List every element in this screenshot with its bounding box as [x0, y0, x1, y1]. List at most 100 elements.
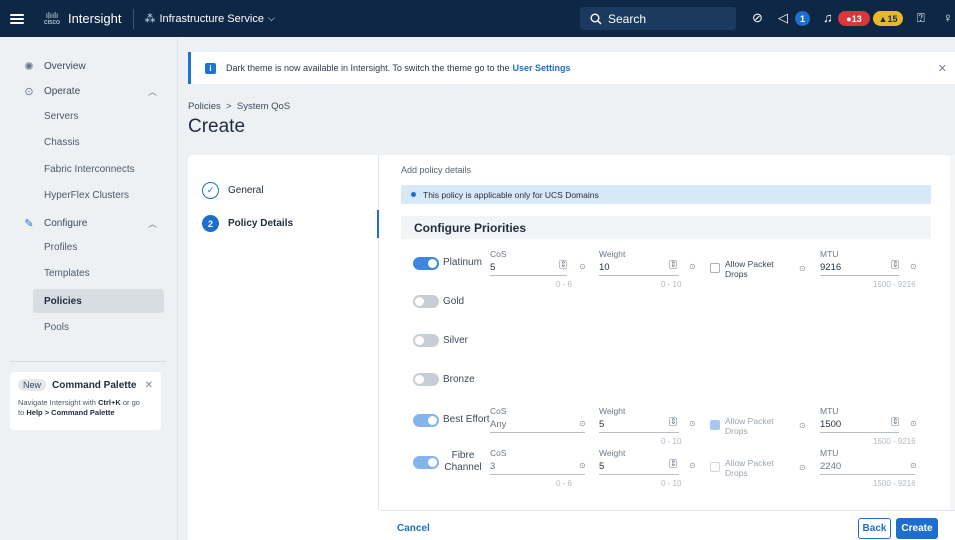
nav-overview[interactable]: ✺ Overview	[0, 53, 178, 79]
service-selector[interactable]: Infrastructure Service ⌵	[159, 13, 274, 25]
overview-icon: ✺	[24, 60, 34, 73]
best-effort-mtu-input[interactable]: 1500	[820, 419, 841, 430]
nav-profiles[interactable]: Profiles	[33, 235, 164, 259]
priority-row-gold: Gold	[401, 295, 941, 335]
platinum-weight-input[interactable]: 10	[599, 262, 610, 273]
nav-pools[interactable]: Pools	[33, 315, 164, 339]
close-icon[interactable]: ✕	[938, 62, 947, 75]
user-icon[interactable]: ♀	[943, 10, 953, 25]
megaphone-icon[interactable]: ◁	[778, 10, 788, 26]
scrollbar[interactable]	[950, 155, 955, 510]
nav-templates[interactable]: Templates	[33, 261, 164, 285]
cancel-button[interactable]: Cancel	[397, 523, 430, 534]
gold-toggle[interactable]	[413, 295, 439, 308]
step-number: 2	[202, 215, 219, 232]
command-palette-text: Navigate Intersight with Ctrl+K or go to…	[18, 398, 140, 417]
best-effort-toggle[interactable]	[413, 414, 439, 427]
menu-icon[interactable]	[10, 13, 24, 24]
info-icon[interactable]: ⊙	[799, 421, 806, 430]
bronze-toggle[interactable]	[413, 373, 439, 386]
fibre-channel-weight-input[interactable]: 5	[599, 461, 604, 472]
platinum-allow-drops-checkbox[interactable]	[710, 263, 720, 273]
priority-name: Platinum	[443, 257, 482, 268]
stepper-icon[interactable]: ⇕	[669, 417, 677, 426]
step-general[interactable]: ✓ General	[202, 182, 264, 199]
back-button[interactable]: Back	[858, 518, 891, 539]
info-icon[interactable]: ⊙	[910, 461, 917, 470]
nav-policies[interactable]: Policies	[33, 289, 164, 313]
info-icon[interactable]: ⊙	[910, 419, 917, 428]
nav-servers[interactable]: Servers	[33, 104, 164, 128]
info-icon[interactable]: ⊙	[689, 419, 696, 428]
nav-fabric-interconnects[interactable]: Fabric Interconnects	[33, 157, 164, 181]
sidebar: ✺ Overview ⊙ Operate ︿ Servers Chassis F…	[0, 37, 178, 540]
chevron-down-icon: ⌵	[267, 13, 275, 23]
step-policy-details[interactable]: 2 Policy Details	[202, 215, 293, 232]
check-circle-icon[interactable]: ⊘	[752, 10, 763, 26]
configure-priorities-header: Configure Priorities	[401, 216, 931, 239]
info-icon[interactable]: ⊙	[689, 461, 696, 470]
nav-operate[interactable]: ⊙ Operate ︿	[0, 78, 178, 104]
warning-alarm-badge[interactable]: ▲ 15	[873, 11, 903, 26]
chevron-up-icon: ︿	[148, 218, 158, 229]
top-bar: ılıılı cisco Intersight ⁂ Infrastructure…	[0, 0, 955, 37]
silver-toggle[interactable]	[413, 334, 439, 347]
info-icon[interactable]: ⊙	[799, 264, 806, 273]
breadcrumb: Policies > System QoS	[188, 101, 290, 112]
info-icon[interactable]: ⊙	[910, 262, 917, 271]
announcement-count: 1	[795, 11, 810, 26]
info-icon[interactable]: ⊙	[579, 419, 586, 428]
help-icon[interactable]: ⍰	[917, 10, 925, 26]
info-icon[interactable]: ⊙	[579, 262, 586, 271]
priority-row-silver: Silver	[401, 334, 941, 374]
breadcrumb-policies[interactable]: Policies	[188, 101, 221, 112]
user-settings-link[interactable]: User Settings	[512, 63, 570, 73]
section-subtitle: Add policy details	[401, 165, 472, 175]
stepper-icon[interactable]: ⇕	[669, 459, 677, 468]
cisco-logo: ılıılı cisco	[44, 10, 60, 26]
fibre-channel-mtu-input[interactable]: 2240	[820, 461, 841, 472]
priority-row-platinum: Platinum CoS 5 ⇕ ⊙ 0 - 6 Weight 10 ⇕ ⊙ 0…	[401, 248, 941, 289]
stepper-icon[interactable]: ⇕	[891, 417, 899, 426]
bell-icon[interactable]: ♫	[823, 10, 833, 25]
chevron-right-icon: >	[223, 101, 235, 112]
divider	[133, 8, 135, 29]
create-button[interactable]: Create	[896, 518, 938, 539]
platinum-mtu-input[interactable]: 9216	[820, 262, 841, 273]
command-palette-title: Command Palette	[52, 379, 137, 391]
app-name: Intersight	[67, 11, 122, 26]
search-icon	[590, 13, 602, 24]
applicability-note: This policy is applicable only for UCS D…	[401, 185, 931, 204]
info-icon[interactable]: ⊙	[689, 262, 696, 271]
info-icon[interactable]: ⊙	[579, 461, 586, 470]
chevron-up-icon: ︿	[148, 86, 158, 97]
wizard-card: ✓ General 2 Policy Details Add policy de…	[188, 155, 955, 540]
active-step-indicator	[377, 210, 379, 238]
service-icon: ⁂	[144, 13, 156, 25]
fibre-channel-toggle[interactable]	[413, 456, 439, 469]
sidebar-divider	[10, 361, 166, 362]
info-icon[interactable]: ⊙	[799, 463, 806, 472]
fibre-channel-cos-input[interactable]: 3	[490, 461, 495, 472]
priority-row-best-effort: Best Effort CoS Any ⊙ Weight 5 ⇕ ⊙ 0 - 1…	[401, 405, 941, 446]
stepper-icon[interactable]: ⇕	[891, 260, 899, 269]
platinum-toggle[interactable]	[413, 257, 439, 270]
search-button[interactable]: Search	[580, 7, 736, 30]
best-effort-allow-drops-checkbox[interactable]	[710, 420, 720, 430]
nav-hyperflex-clusters[interactable]: HyperFlex Clusters	[33, 183, 164, 207]
info-dot-icon	[411, 192, 416, 197]
nav-configure[interactable]: ✎ Configure ︿	[0, 210, 178, 236]
critical-alarm-badge[interactable]: ● 13	[838, 11, 870, 26]
best-effort-weight-input[interactable]: 5	[599, 419, 604, 430]
wizard-steps: ✓ General 2 Policy Details	[188, 155, 379, 510]
new-badge: New	[18, 379, 47, 391]
check-icon: ✓	[202, 182, 219, 199]
close-icon[interactable]: ✕	[145, 380, 153, 391]
nav-chassis[interactable]: Chassis	[33, 130, 164, 154]
platinum-cos-input[interactable]: 5	[490, 262, 495, 273]
stepper-icon[interactable]: ⇕	[669, 260, 677, 269]
fibre-channel-allow-drops-checkbox[interactable]	[710, 462, 720, 472]
stepper-icon[interactable]: ⇕	[559, 260, 567, 269]
best-effort-cos-input[interactable]: Any	[490, 419, 506, 430]
operate-icon: ⊙	[24, 85, 34, 98]
